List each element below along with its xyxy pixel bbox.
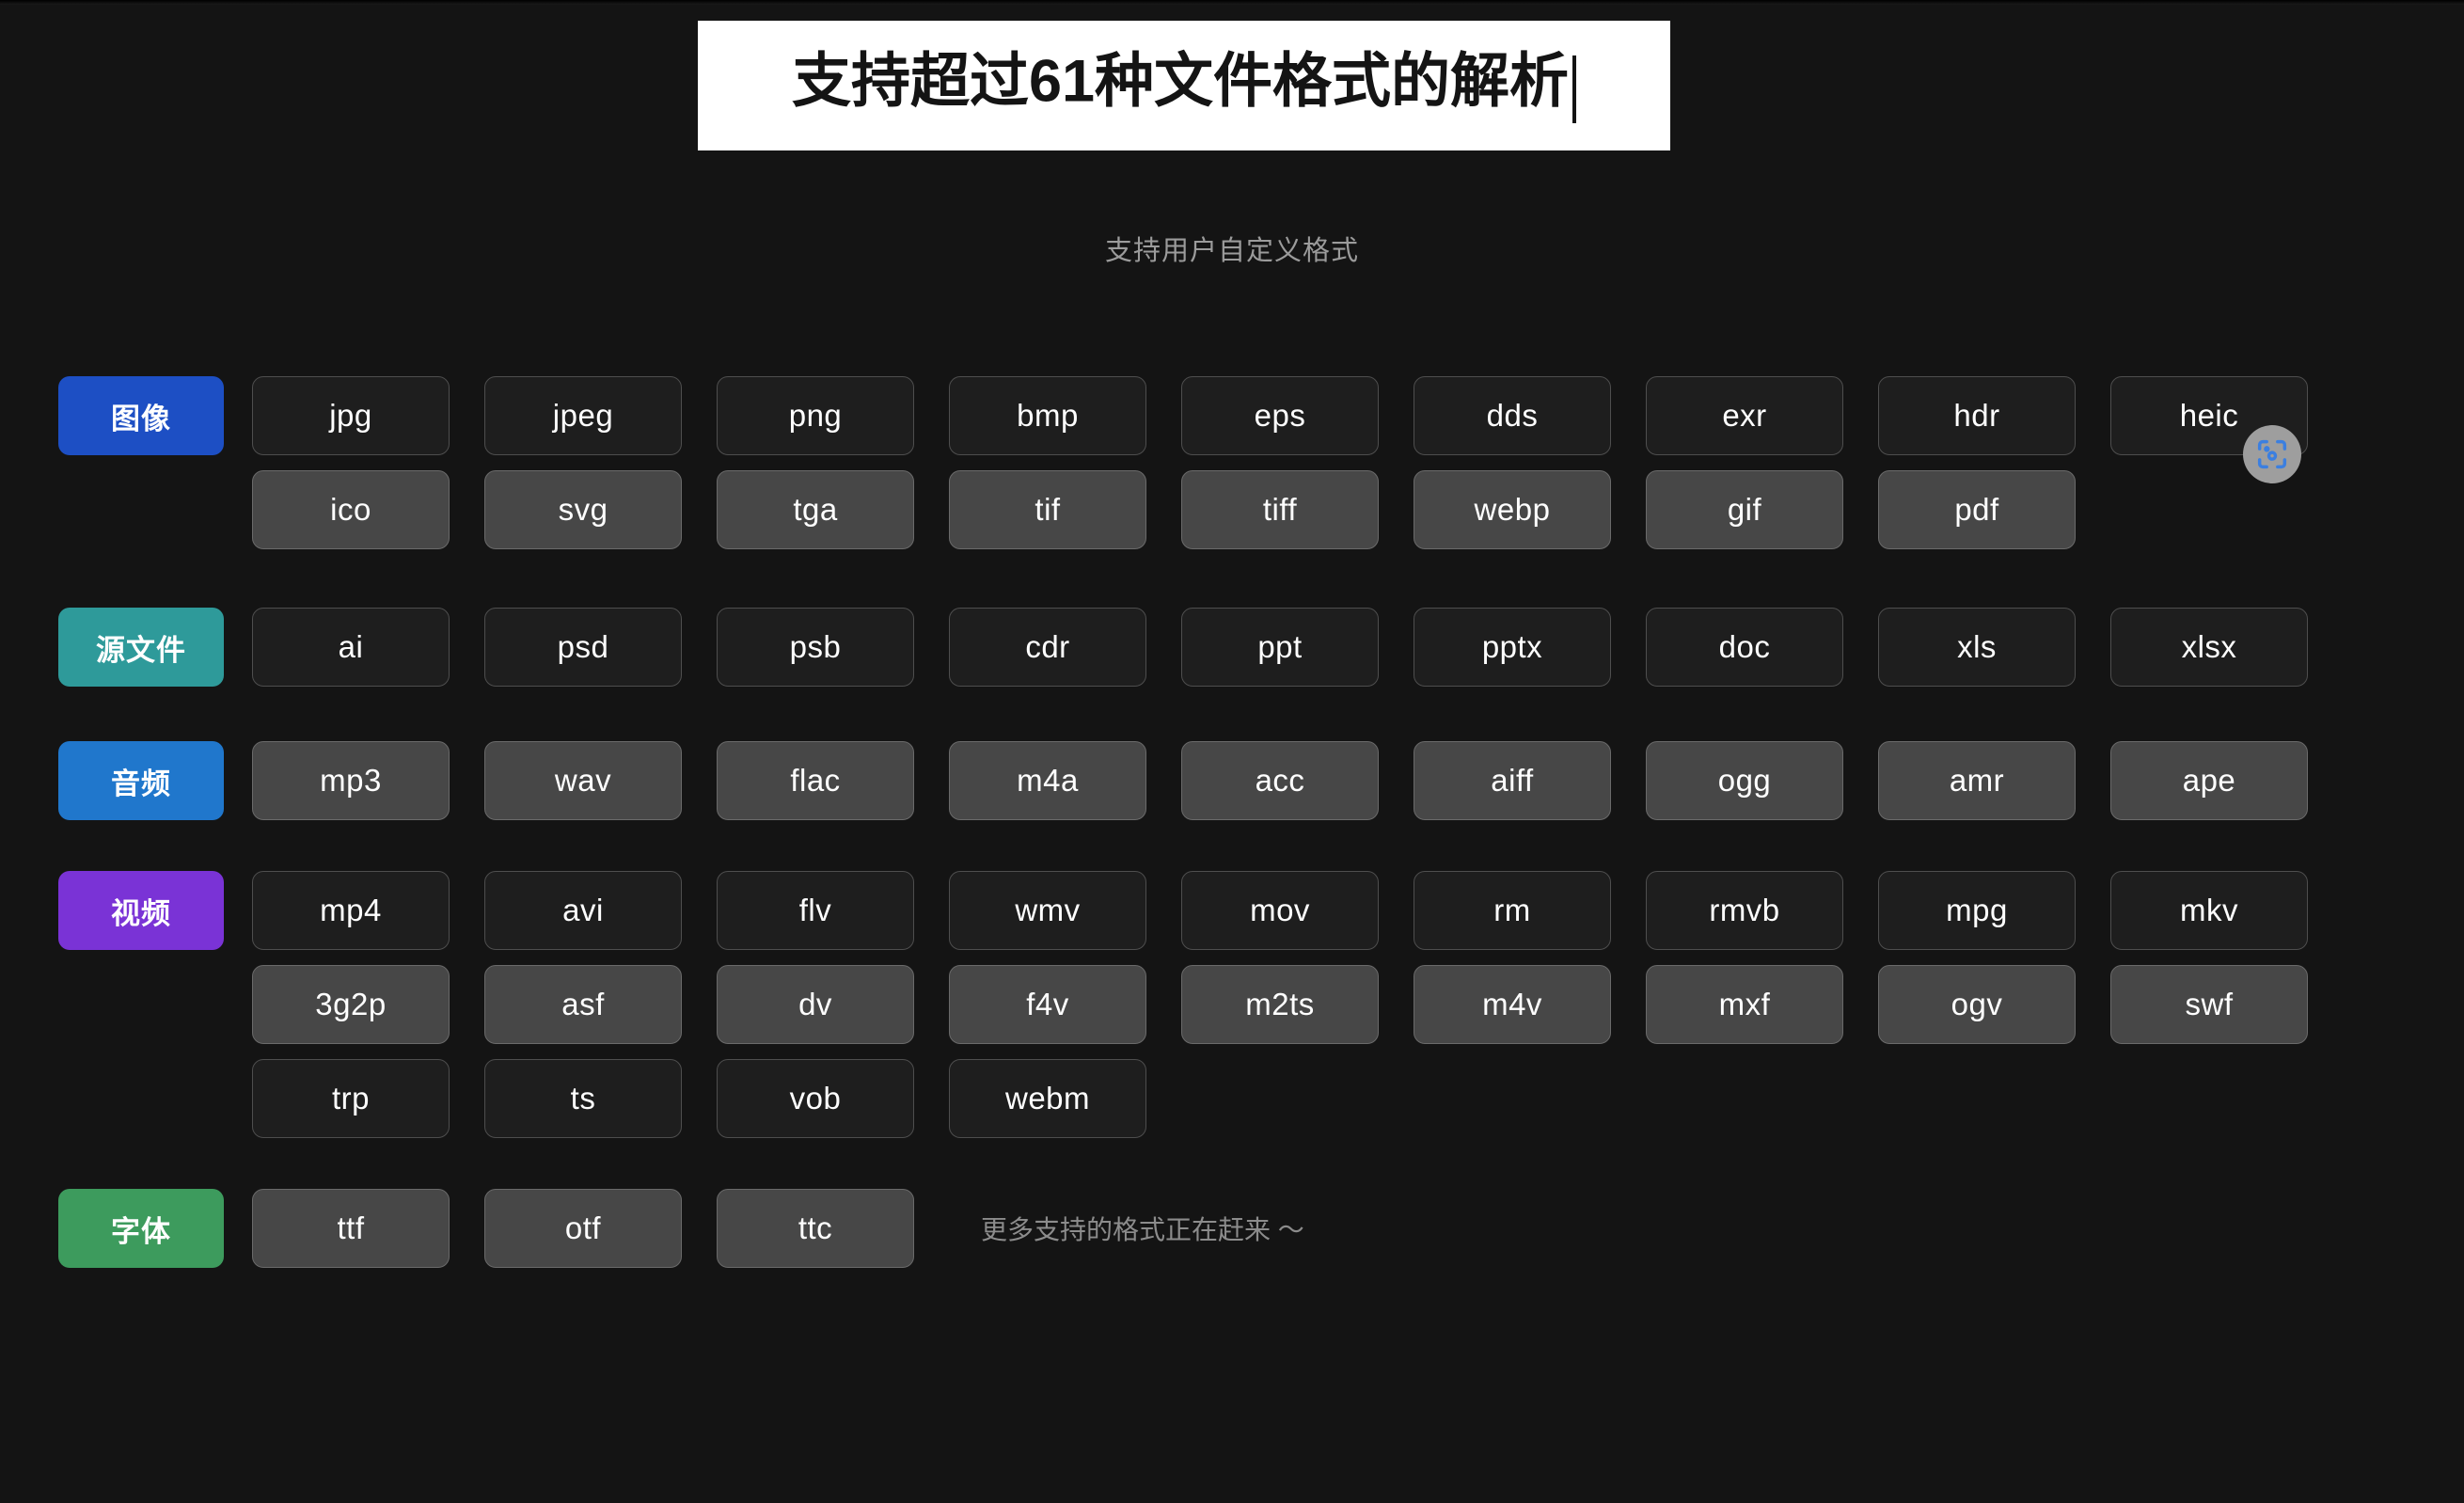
category-badge-3[interactable]: 视频 <box>58 871 224 950</box>
format-tag-xlsx[interactable]: xlsx <box>2110 608 2308 687</box>
format-grid: 图像 jpg jpeg png bmp eps dds exr hdr heic ico svg tga… <box>0 376 2464 1322</box>
tag-row: mp3 wav flac m4a acc aiff ogg amr ape <box>252 741 2308 820</box>
format-tag-mp3[interactable]: mp3 <box>252 741 450 820</box>
format-tag-ttf[interactable]: ttf <box>252 1189 450 1268</box>
format-tag-ico[interactable]: ico <box>252 470 450 549</box>
category-row: 源文件 ai psd psb cdr ppt pptx doc xls xlsx <box>0 608 2464 687</box>
format-tag-psd[interactable]: psd <box>484 608 682 687</box>
page-title: 支持超过61种文件格式的解析 <box>791 48 1577 123</box>
format-tag-ppt[interactable]: ppt <box>1181 608 1379 687</box>
format-tag-avi[interactable]: avi <box>484 871 682 950</box>
page-title-block: 支持超过61种文件格式的解析 <box>698 21 1670 150</box>
format-tag-mxf[interactable]: mxf <box>1646 965 1843 1044</box>
format-tag-png[interactable]: png <box>717 376 914 455</box>
format-tag-wmv[interactable]: wmv <box>949 871 1146 950</box>
format-tag-ts[interactable]: ts <box>484 1059 682 1138</box>
format-tag-mov[interactable]: mov <box>1181 871 1379 950</box>
format-tag-pdf[interactable]: pdf <box>1878 470 2076 549</box>
format-tag-f4v[interactable]: f4v <box>949 965 1146 1044</box>
category-row: 音频 mp3 wav flac m4a acc aiff ogg amr ape <box>0 741 2464 820</box>
format-tag-wav[interactable]: wav <box>484 741 682 820</box>
category-badge-1[interactable]: 源文件 <box>58 608 224 687</box>
format-tag-tiff[interactable]: tiff <box>1181 470 1379 549</box>
format-tag-m4a[interactable]: m4a <box>949 741 1146 820</box>
format-category: 字体 ttf otf ttc 更多支持的格式正在赶来 ～ <box>0 1189 2464 1268</box>
format-tag-gif[interactable]: gif <box>1646 470 1843 549</box>
format-tag-exr[interactable]: exr <box>1646 376 1843 455</box>
format-tag-psb[interactable]: psb <box>717 608 914 687</box>
format-tag-3g2p[interactable]: 3g2p <box>252 965 450 1044</box>
tag-rows: jpg jpeg png bmp eps dds exr hdr heic ico svg tga ti… <box>252 376 2308 549</box>
tag-row: mp4 avi flv wmv mov rm rmvb mpg mkv <box>252 871 2308 950</box>
format-tag-xls[interactable]: xls <box>1878 608 2076 687</box>
page-header: 支持超过61种文件格式的解析 支持用户自定义格式 <box>0 0 2464 266</box>
format-tag-swf[interactable]: swf <box>2110 965 2308 1044</box>
tag-rows: mp3 wav flac m4a acc aiff ogg amr ape <box>252 741 2308 820</box>
format-tag-flv[interactable]: flv <box>717 871 914 950</box>
format-tag-jpg[interactable]: jpg <box>252 376 450 455</box>
format-category: 源文件 ai psd psb cdr ppt pptx doc xls xlsx <box>0 608 2464 687</box>
tag-row: ttf otf ttc 更多支持的格式正在赶来 ～ <box>252 1189 1304 1268</box>
format-tag-otf[interactable]: otf <box>484 1189 682 1268</box>
format-tag-webm[interactable]: webm <box>949 1059 1146 1138</box>
more-formats-note: 更多支持的格式正在赶来 ～ <box>981 1215 1304 1244</box>
format-tag-svg[interactable]: svg <box>484 470 682 549</box>
format-tag-mkv[interactable]: mkv <box>2110 871 2308 950</box>
format-tag-hdr[interactable]: hdr <box>1878 376 2076 455</box>
format-category: 视频 mp4 avi flv wmv mov rm rmvb mpg mkv 3g2p asf dv f4… <box>0 871 2464 1138</box>
page-title-text: 支持超过61种文件格式的解析 <box>791 48 1570 115</box>
format-tag-mpg[interactable]: mpg <box>1878 871 2076 950</box>
tag-row: ico svg tga tif tiff webp gif pdf <box>252 470 2308 549</box>
screenshot-capture-icon[interactable] <box>2243 425 2301 483</box>
format-tag-ai[interactable]: ai <box>252 608 450 687</box>
format-tag-dv[interactable]: dv <box>717 965 914 1044</box>
format-tag-tif[interactable]: tif <box>949 470 1146 549</box>
format-category: 音频 mp3 wav flac m4a acc aiff ogg amr ape <box>0 741 2464 820</box>
format-tag-dds[interactable]: dds <box>1414 376 1611 455</box>
tag-rows: mp4 avi flv wmv mov rm rmvb mpg mkv 3g2p asf dv f4v m… <box>252 871 2308 1138</box>
format-tag-trp[interactable]: trp <box>252 1059 450 1138</box>
category-row: 视频 mp4 avi flv wmv mov rm rmvb mpg mkv 3g2p asf dv f4… <box>0 871 2464 1138</box>
category-badge-2[interactable]: 音频 <box>58 741 224 820</box>
format-tag-ape[interactable]: ape <box>2110 741 2308 820</box>
format-tag-amr[interactable]: amr <box>1878 741 2076 820</box>
tag-rows: ai psd psb cdr ppt pptx doc xls xlsx <box>252 608 2308 687</box>
format-category: 图像 jpg jpeg png bmp eps dds exr hdr heic ico svg tga… <box>0 376 2464 549</box>
format-tag-cdr[interactable]: cdr <box>949 608 1146 687</box>
format-tag-asf[interactable]: asf <box>484 965 682 1044</box>
format-tag-jpeg[interactable]: jpeg <box>484 376 682 455</box>
format-tag-aiff[interactable]: aiff <box>1414 741 1611 820</box>
format-tag-webp[interactable]: webp <box>1414 470 1611 549</box>
category-row: 图像 jpg jpeg png bmp eps dds exr hdr heic ico svg tga… <box>0 376 2464 549</box>
text-cursor-caret <box>1572 55 1577 123</box>
tag-row: jpg jpeg png bmp eps dds exr hdr heic <box>252 376 2308 455</box>
format-tag-acc[interactable]: acc <box>1181 741 1379 820</box>
category-row: 字体 ttf otf ttc 更多支持的格式正在赶来 ～ <box>0 1189 2464 1268</box>
tag-rows: ttf otf ttc 更多支持的格式正在赶来 ～ <box>252 1189 1304 1268</box>
tag-row: trp ts vob webm <box>252 1059 2308 1138</box>
format-tag-mp4[interactable]: mp4 <box>252 871 450 950</box>
format-tag-vob[interactable]: vob <box>717 1059 914 1138</box>
format-tag-rmvb[interactable]: rmvb <box>1646 871 1843 950</box>
format-tag-ogg[interactable]: ogg <box>1646 741 1843 820</box>
capture-frame-glyph <box>2257 439 2287 469</box>
format-tag-tga[interactable]: tga <box>717 470 914 549</box>
tag-row: ai psd psb cdr ppt pptx doc xls xlsx <box>252 608 2308 687</box>
format-tag-flac[interactable]: flac <box>717 741 914 820</box>
format-tag-m4v[interactable]: m4v <box>1414 965 1611 1044</box>
category-badge-4[interactable]: 字体 <box>58 1189 224 1268</box>
format-tag-rm[interactable]: rm <box>1414 871 1611 950</box>
format-tag-ttc[interactable]: ttc <box>717 1189 914 1268</box>
category-badge-0[interactable]: 图像 <box>58 376 224 455</box>
format-tag-m2ts[interactable]: m2ts <box>1181 965 1379 1044</box>
format-tag-eps[interactable]: eps <box>1181 376 1379 455</box>
format-tag-pptx[interactable]: pptx <box>1414 608 1611 687</box>
format-tag-doc[interactable]: doc <box>1646 608 1843 687</box>
format-tag-bmp[interactable]: bmp <box>949 376 1146 455</box>
tag-row: 3g2p asf dv f4v m2ts m4v mxf ogv swf <box>252 965 2308 1044</box>
page-subtitle: 支持用户自定义格式 <box>1104 236 1359 266</box>
format-tag-ogv[interactable]: ogv <box>1878 965 2076 1044</box>
